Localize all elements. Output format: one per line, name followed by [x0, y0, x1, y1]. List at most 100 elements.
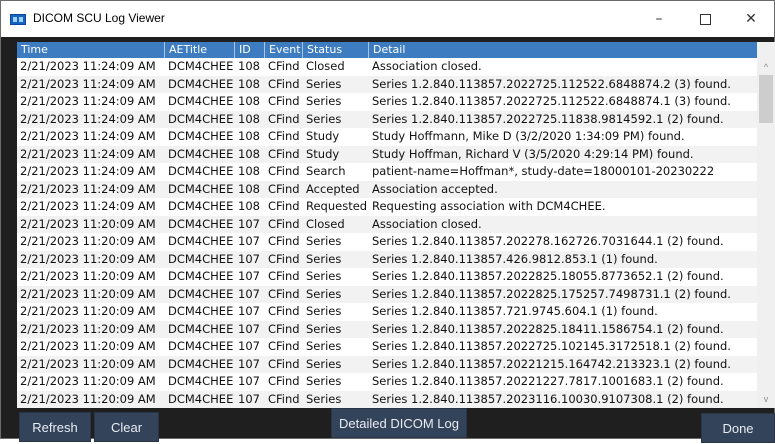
cell-detail: Series 1.2.840.113857.20221215.164742.21…: [372, 356, 731, 371]
cell-detail: Series 1.2.840.113857.2022725.102145.317…: [372, 339, 731, 353]
cell-aetitle: DCM4CHEE: [168, 374, 234, 388]
cell-detail: Series 1.2.840.113857.426.9812.853.1 (1)…: [372, 251, 658, 266]
cell-aetitle: DCM4CHEE: [168, 59, 234, 73]
cell-aetitle: DCM4CHEE: [168, 234, 234, 248]
cell-status: Series: [306, 234, 342, 248]
table-row[interactable]: 2/21/2023 11:24:09 AM DCM4CHEE 108 CFind Sea…: [17, 163, 757, 181]
cell-detail: patient-name=Hoffman*, study-date=180001…: [372, 164, 715, 178]
table-row[interactable]: 2/21/2023 11:24:09 AM DCM4CHEE 108 CFind Ser…: [17, 110, 757, 128]
column-header-time[interactable]: Time: [17, 42, 165, 58]
table-row[interactable]: 2/21/2023 11:20:09 AM DCM4CHEE 107 CFind Clo…: [17, 215, 757, 233]
cell-detail: Series 1.2.840.113857.2023116.10030.9107…: [372, 391, 724, 406]
cell-time: 2/21/2023 11:24:09 AM: [20, 76, 156, 91]
cell-id: 107: [238, 339, 260, 353]
column-header-status[interactable]: Status: [303, 42, 369, 58]
cell-detail: Association closed.: [372, 59, 482, 73]
table-row[interactable]: 2/21/2023 11:20:09 AM DCM4CHEE 107 CFind Ser…: [17, 233, 757, 251]
cell-id: 108: [238, 111, 260, 126]
clear-button[interactable]: Clear: [94, 412, 159, 442]
cell-aetitle: DCM4CHEE: [168, 181, 234, 196]
table-row[interactable]: 2/21/2023 11:24:09 AM DCM4CHEE 108 CFind Ser…: [17, 93, 757, 111]
scroll-up-icon[interactable]: ^: [757, 60, 775, 74]
cell-time: 2/21/2023 11:20:09 AM: [20, 374, 156, 388]
table-row[interactable]: 2/21/2023 11:20:09 AM DCM4CHEE 107 CFind Ser…: [17, 303, 757, 321]
cell-time: 2/21/2023 11:24:09 AM: [20, 59, 156, 73]
column-header-event[interactable]: Event: [265, 42, 303, 58]
cell-time: 2/21/2023 11:20:09 AM: [20, 339, 156, 353]
log-table: Time AETitle ID Event Status Detail 2/21…: [17, 42, 775, 408]
table-row[interactable]: 2/21/2023 11:24:09 AM DCM4CHEE 108 CFind Clo…: [17, 58, 757, 76]
cell-status: Series: [306, 356, 342, 371]
cell-id: 107: [238, 321, 260, 336]
cell-id: 108: [238, 76, 260, 91]
cell-event: CFind: [268, 129, 300, 143]
cell-id: 108: [238, 199, 260, 213]
cell-detail: Series 1.2.840.113857.20221227.7817.1001…: [372, 374, 724, 388]
table-row[interactable]: 2/21/2023 11:24:09 AM DCM4CHEE 108 CFind Stu…: [17, 128, 757, 146]
table-header: Time AETitle ID Event Status Detail: [17, 42, 757, 58]
detailed-dicom-log-button[interactable]: Detailed DICOM Log: [331, 408, 467, 438]
cell-aetitle: DCM4CHEE: [168, 129, 234, 143]
cell-aetitle: DCM4CHEE: [168, 146, 234, 161]
cell-id: 107: [238, 374, 260, 388]
cell-time: 2/21/2023 11:20:09 AM: [20, 391, 156, 406]
cell-id: 107: [238, 356, 260, 371]
cell-time: 2/21/2023 11:20:09 AM: [20, 251, 156, 266]
table-row[interactable]: 2/21/2023 11:24:09 AM DCM4CHEE 108 CFind Ser…: [17, 75, 757, 93]
column-header-detail[interactable]: Detail: [369, 42, 757, 58]
cell-detail: Series 1.2.840.113857.721.9745.604.1 (1)…: [372, 304, 658, 318]
cell-id: 107: [238, 216, 260, 231]
maximize-button[interactable]: [682, 1, 728, 37]
cell-aetitle: DCM4CHEE: [168, 269, 234, 283]
close-button[interactable]: ✕: [728, 1, 774, 37]
table-row[interactable]: 2/21/2023 11:20:09 AM DCM4CHEE 107 CFind Ser…: [17, 250, 757, 268]
table-row[interactable]: 2/21/2023 11:20:09 AM DCM4CHEE 107 CFind Ser…: [17, 268, 757, 286]
cell-detail: Series 1.2.840.113857.2022825.175257.749…: [372, 286, 731, 301]
cell-event: CFind: [268, 374, 300, 388]
cell-time: 2/21/2023 11:24:09 AM: [20, 94, 156, 108]
cell-id: 107: [238, 391, 260, 406]
minimize-button[interactable]: –: [636, 1, 682, 37]
scroll-thumb[interactable]: [759, 75, 773, 123]
table-row[interactable]: 2/21/2023 11:20:09 AM DCM4CHEE 107 CFind Ser…: [17, 320, 757, 338]
cell-event: CFind: [268, 391, 300, 406]
cell-detail: Series 1.2.840.113857.2022725.112522.684…: [372, 76, 731, 91]
cell-status: Series: [306, 374, 342, 388]
column-header-id[interactable]: ID: [235, 42, 265, 58]
table-row[interactable]: 2/21/2023 11:24:09 AM DCM4CHEE 108 CFind Stu…: [17, 145, 757, 163]
table-row[interactable]: 2/21/2023 11:20:09 AM DCM4CHEE 107 CFind Ser…: [17, 285, 757, 303]
table-row[interactable]: 2/21/2023 11:20:09 AM DCM4CHEE 107 CFind Ser…: [17, 373, 757, 391]
cell-aetitle: DCM4CHEE: [168, 321, 234, 336]
cell-event: CFind: [268, 356, 300, 371]
cell-id: 108: [238, 129, 260, 143]
table-row[interactable]: 2/21/2023 11:24:09 AM DCM4CHEE 108 CFind Acc…: [17, 180, 757, 198]
cell-status: Series: [306, 304, 342, 318]
cell-aetitle: DCM4CHEE: [168, 339, 234, 353]
cell-detail: Association accepted.: [372, 181, 498, 196]
refresh-button[interactable]: Refresh: [19, 412, 91, 442]
column-header-aetitle[interactable]: AETitle: [165, 42, 235, 58]
cell-id: 107: [238, 269, 260, 283]
cell-event: CFind: [268, 216, 300, 231]
table-row[interactable]: 2/21/2023 11:20:09 AM DCM4CHEE 107 CFind Ser…: [17, 390, 757, 408]
cell-id: 108: [238, 94, 260, 108]
cell-detail: Study Hoffmann, Mike D (3/2/2020 1:34:09…: [372, 129, 685, 143]
cell-status: Series: [306, 286, 342, 301]
table-row[interactable]: 2/21/2023 11:20:09 AM DCM4CHEE 107 CFind Ser…: [17, 338, 757, 356]
cell-event: CFind: [268, 111, 300, 126]
table-row[interactable]: 2/21/2023 11:24:09 AM DCM4CHEE 108 CFind Req…: [17, 198, 757, 216]
cell-detail: Series 1.2.840.113857.2022825.18055.8773…: [372, 269, 724, 283]
cell-aetitle: DCM4CHEE: [168, 391, 234, 406]
cell-aetitle: DCM4CHEE: [168, 164, 234, 178]
cell-event: CFind: [268, 181, 300, 196]
scroll-down-icon[interactable]: v: [757, 392, 775, 406]
vertical-scrollbar[interactable]: ^ v: [757, 42, 775, 408]
cell-event: CFind: [268, 199, 300, 213]
cell-event: CFind: [268, 304, 300, 318]
cell-detail: Study Hoffman, Richard V (3/5/2020 4:29:…: [372, 146, 694, 161]
cell-aetitle: DCM4CHEE: [168, 111, 234, 126]
cell-status: Series: [306, 76, 342, 91]
cell-time: 2/21/2023 11:24:09 AM: [20, 164, 156, 178]
table-row[interactable]: 2/21/2023 11:20:09 AM DCM4CHEE 107 CFind Ser…: [17, 355, 757, 373]
cell-event: CFind: [268, 339, 300, 353]
